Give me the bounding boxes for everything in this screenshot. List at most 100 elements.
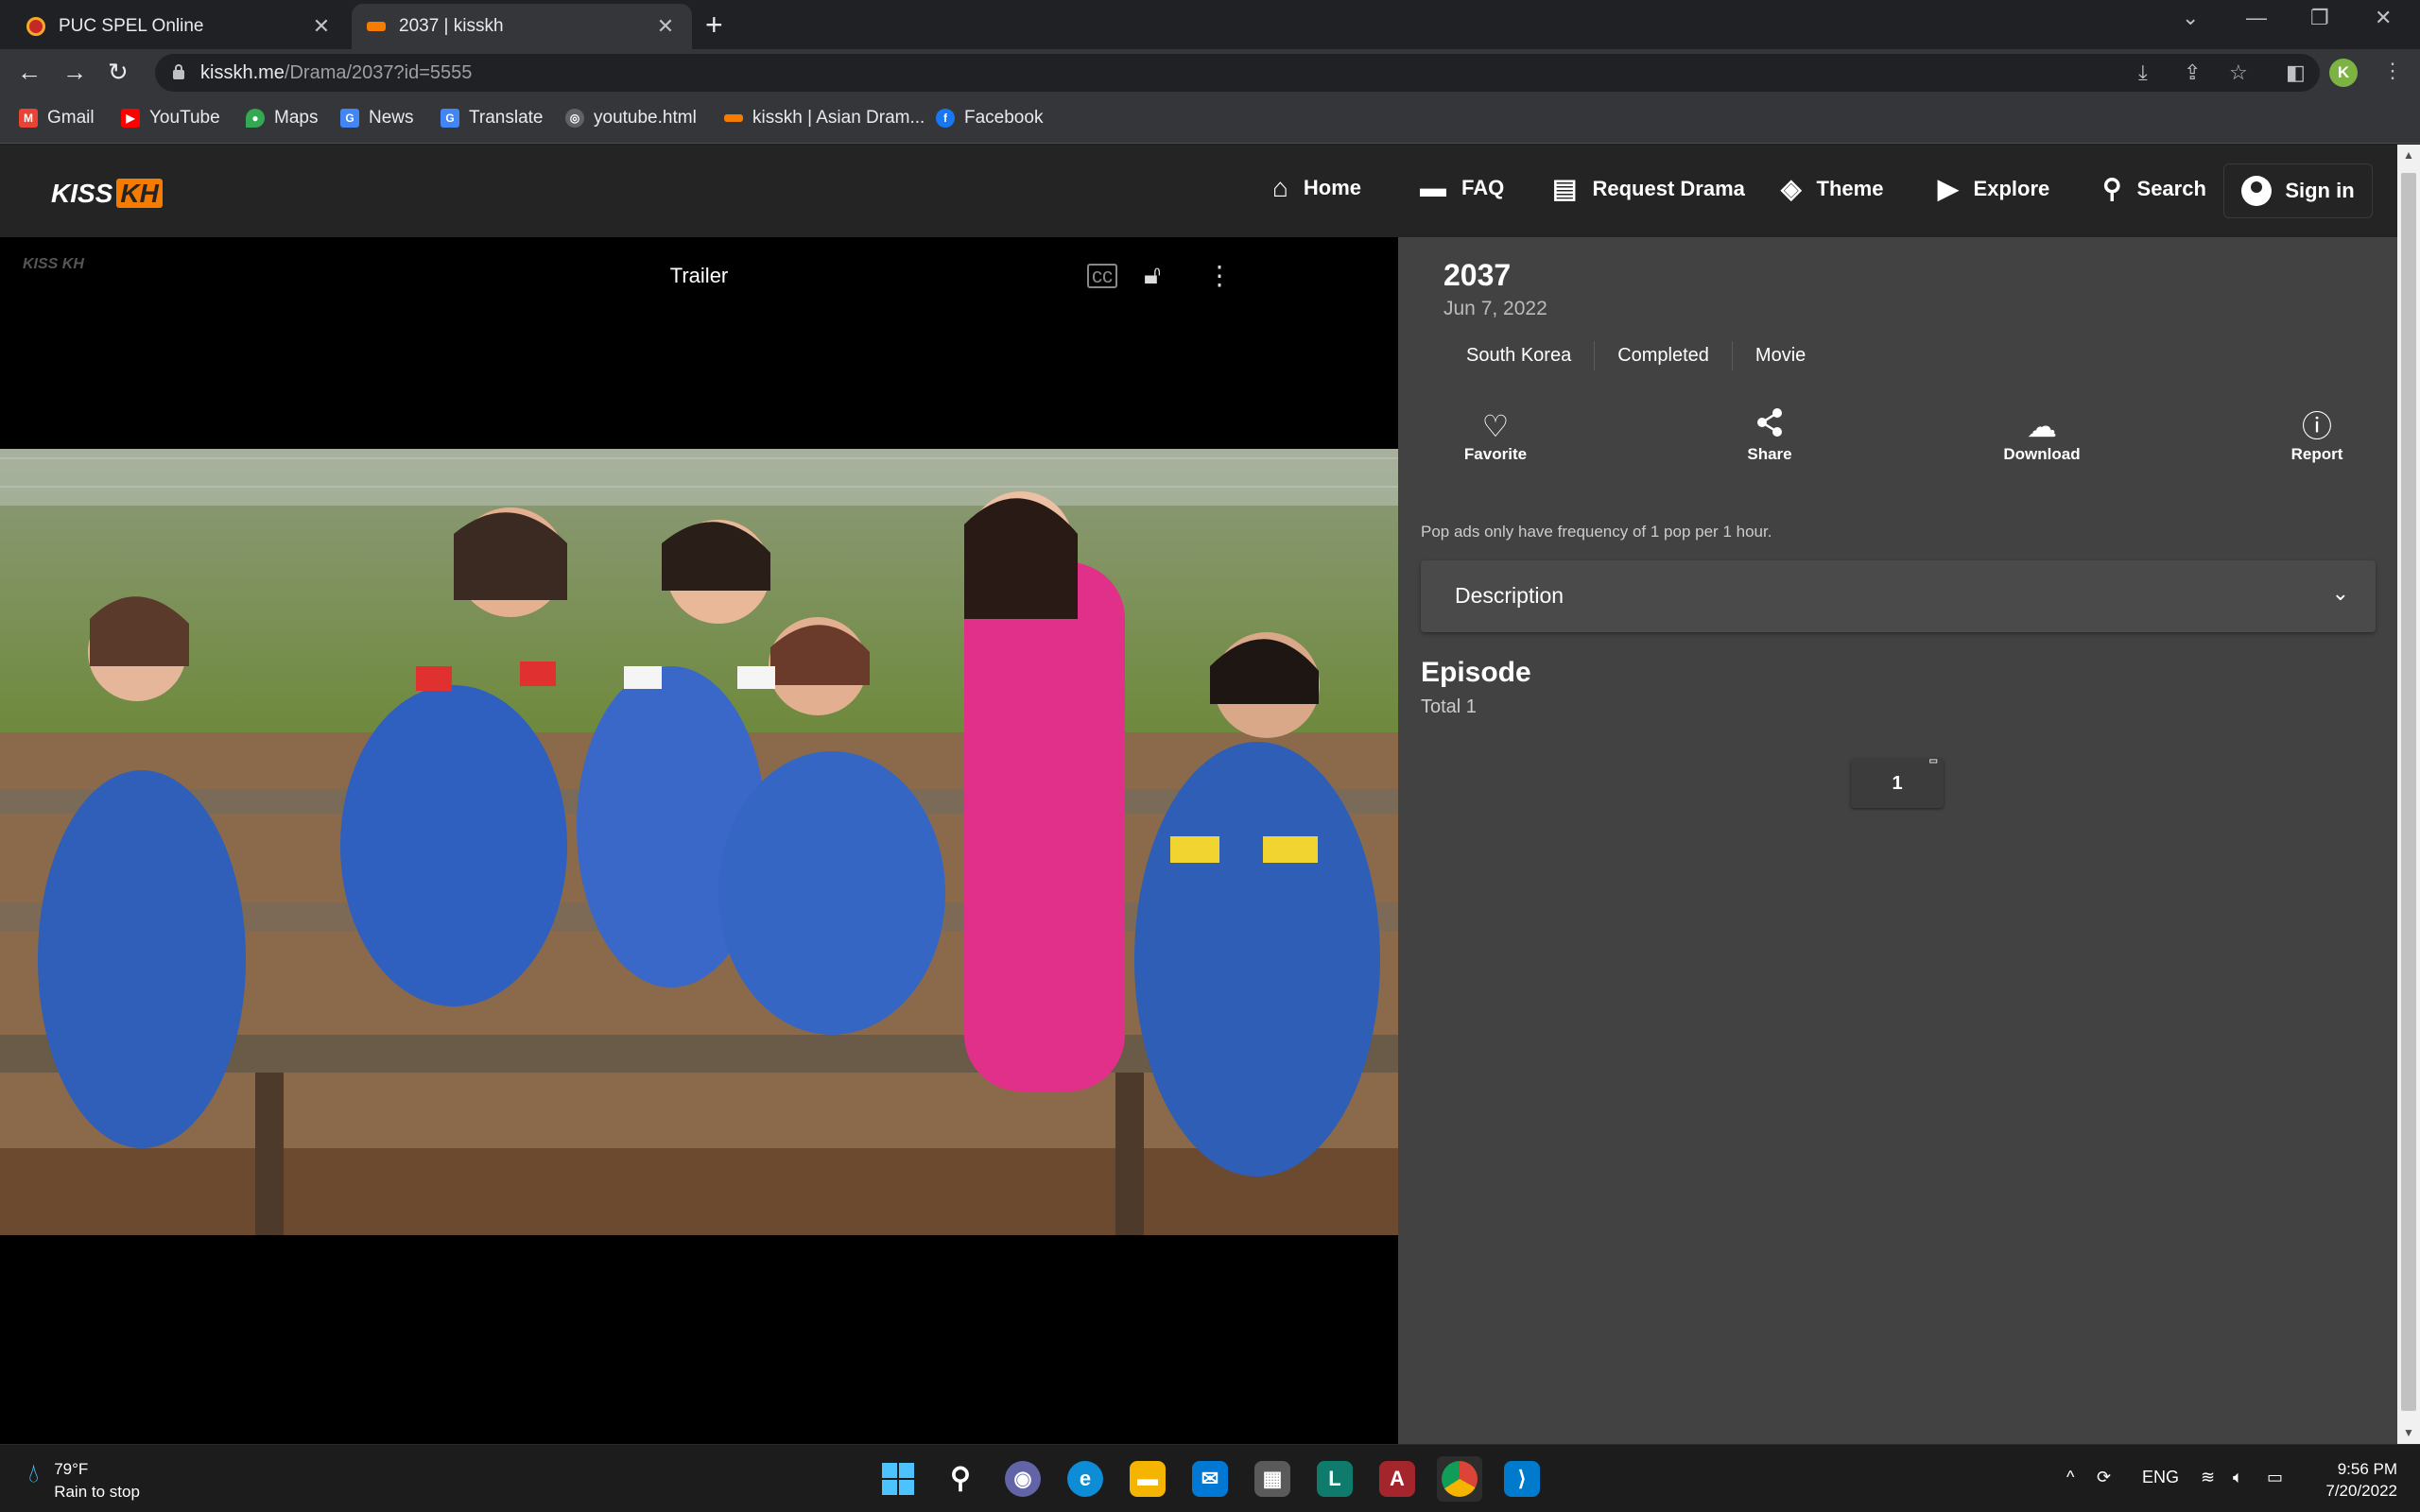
taskbar-chat[interactable]: ◉ <box>1000 1456 1046 1502</box>
minimize-icon[interactable]: — <box>2246 6 2267 30</box>
drama-title: 2037 <box>1443 258 1512 292</box>
l-app-icon: L <box>1317 1461 1353 1497</box>
new-tab-icon[interactable]: + <box>705 9 723 40</box>
episode-total: Total 1 <box>1421 696 1477 717</box>
favorite-button[interactable]: ♡ Favorite <box>1443 407 1547 464</box>
nav-faq[interactable]: ▬ FAQ <box>1420 173 1504 203</box>
player-title: Trailer <box>669 264 729 287</box>
sign-in-button[interactable]: Sign in <box>2223 163 2373 218</box>
page-scrollbar[interactable]: ▲ ▼ <box>2397 145 2420 1444</box>
forward-icon[interactable]: → <box>62 59 87 85</box>
start-button[interactable] <box>875 1456 921 1502</box>
nav-explore[interactable]: ▶ Explore <box>1938 173 2049 204</box>
taskbar-l-app[interactable]: L <box>1312 1456 1357 1502</box>
browser-tab[interactable]: PUC SPEL Online ✕ <box>11 4 348 49</box>
bookmark-star-icon[interactable]: ☆ <box>2229 60 2248 85</box>
unlock-icon[interactable]: 🔓︎ <box>1144 260 1161 291</box>
rain-icon: 💧︎ <box>28 1458 40 1487</box>
mail-icon: ✉ <box>1192 1461 1228 1497</box>
share-button[interactable]: Share <box>1718 407 1822 464</box>
battery-icon[interactable]: ▭ <box>2267 1468 2283 1487</box>
scroll-up-icon[interactable]: ▲ <box>2403 148 2414 162</box>
scroll-down-icon[interactable]: ▼ <box>2403 1426 2414 1439</box>
taskbar-vscode[interactable]: ⟩ <box>1499 1456 1545 1502</box>
release-date: Jun 7, 2022 <box>1443 298 1547 319</box>
taskbar-mail[interactable]: ✉ <box>1187 1456 1233 1502</box>
captions-icon[interactable]: cc <box>1087 264 1117 288</box>
access-icon: A <box>1379 1461 1415 1497</box>
taskbar-file-explorer[interactable]: ▬ <box>1125 1456 1170 1502</box>
bookmark-gmail[interactable]: M Gmail <box>19 108 95 129</box>
close-window-icon[interactable]: ✕ <box>2375 6 2392 30</box>
taskbar-access[interactable]: A <box>1374 1456 1420 1502</box>
browser-tab-active[interactable]: 2037 | kisskh ✕ <box>352 4 692 49</box>
address-bar[interactable]: kisskh.me/Drama/2037?id=5555 <box>155 54 2320 92</box>
profile-avatar[interactable]: K <box>2329 59 2358 87</box>
teams-chat-icon: ◉ <box>1005 1461 1041 1497</box>
temperature: 79°F <box>54 1460 89 1478</box>
lock-icon <box>173 64 184 79</box>
restore-icon[interactable]: ❐ <box>2310 6 2329 30</box>
store-icon: ▦ <box>1254 1461 1290 1497</box>
nav-request-drama[interactable]: ▤ Request Drama <box>1552 173 1745 204</box>
nav-home[interactable]: ⌂ Home <box>1272 173 1361 203</box>
taskbar-chrome[interactable] <box>1437 1456 1482 1502</box>
install-app-icon[interactable]: ⤓ <box>2138 60 2148 85</box>
episode-heading: Episode <box>1421 657 1531 688</box>
youtube-icon: ▶ <box>121 109 140 128</box>
download-button[interactable]: ☁ Download <box>1990 407 2094 464</box>
puc-favicon-icon <box>26 17 45 36</box>
nav-search[interactable]: ⚲ Search <box>2102 173 2206 204</box>
tag-status[interactable]: Completed <box>1594 341 1732 370</box>
sync-icon[interactable]: ⟳ <box>2097 1468 2111 1487</box>
video-player[interactable]: KISS KH Trailer cc 🔓︎ ⋮ <box>0 237 1398 1444</box>
tab-close-icon[interactable]: ✕ <box>310 14 333 39</box>
side-panel-icon[interactable]: ◧ <box>2286 60 2306 85</box>
back-icon[interactable]: ← <box>17 59 42 85</box>
language-indicator[interactable]: ENG <box>2142 1468 2179 1487</box>
share-page-icon[interactable]: ⇪ <box>2184 60 2201 85</box>
reload-icon[interactable]: ↻ <box>108 59 129 85</box>
report-button[interactable]: ⓘ Report <box>2265 407 2369 464</box>
tag-country[interactable]: South Korea <box>1443 341 1594 370</box>
scrollbar-thumb[interactable] <box>2401 173 2416 1411</box>
tray-overflow-icon[interactable]: ^ <box>2066 1468 2074 1487</box>
tab-search-icon[interactable]: ⌄ <box>2182 6 2199 30</box>
clock-date: 7/20/2022 <box>2325 1482 2397 1500</box>
tab-close-icon[interactable]: ✕ <box>654 14 677 39</box>
bookmarks-bar: M Gmail ▶ YouTube ● Maps G News G Translate ◎… <box>0 96 2420 144</box>
bookmark-youtube[interactable]: ▶ YouTube <box>121 108 220 129</box>
description-label: Description <box>1455 583 1564 608</box>
request-icon: ▤ <box>1552 174 1578 203</box>
translate-icon: G <box>441 109 459 128</box>
browser-toolbar: ← → ↻ kisskh.me/Drama/2037?id=5555 ⤓ ⇪ ☆… <box>0 49 2420 96</box>
bookmark-news[interactable]: G News <box>340 108 414 129</box>
bookmark-youtube-html[interactable]: ◎ youtube.html <box>565 108 697 129</box>
tab-title: 2037 | kisskh <box>399 16 504 36</box>
vscode-icon: ⟩ <box>1504 1461 1540 1497</box>
wifi-icon[interactable]: ≋ <box>2201 1468 2215 1487</box>
taskbar-edge[interactable]: e <box>1063 1456 1108 1502</box>
windows-taskbar: 💧︎ 79°F Rain to stop ⚲ ◉ e ▬ ✉ ▦ L A ⟩ ^… <box>0 1444 2420 1512</box>
bookmark-maps[interactable]: ● Maps <box>246 108 318 129</box>
heart-icon: ♡ <box>1481 409 1510 443</box>
taskbar-search[interactable]: ⚲ <box>938 1456 983 1502</box>
kisskh-logo[interactable]: KISS KH <box>51 179 163 209</box>
nav-theme[interactable]: ◈ Theme <box>1781 173 1883 204</box>
tag-type[interactable]: Movie <box>1731 341 1828 370</box>
search-icon: ⚲ <box>2102 174 2122 203</box>
weather-widget[interactable]: 💧︎ 79°F Rain to stop <box>28 1458 140 1503</box>
bookmark-kisskh[interactable]: kisskh | Asian Dram... <box>724 108 925 129</box>
episode-button[interactable]: 1 ▭ <box>1851 756 1944 808</box>
system-clock[interactable]: 9:56 PM 7/20/2022 <box>2303 1458 2397 1502</box>
browser-menu-icon[interactable]: ⋮ <box>2382 59 2403 83</box>
bookmark-facebook[interactable]: f Facebook <box>936 108 1043 129</box>
volume-icon[interactable]: 🔈︎ <box>2233 1468 2243 1487</box>
bookmark-translate[interactable]: G Translate <box>441 108 544 129</box>
drama-info-panel: 2037 Jun 7, 2022 South Korea Completed M… <box>1398 237 2397 1444</box>
description-accordion[interactable]: Description ⌄ <box>1421 560 2376 632</box>
player-menu-icon[interactable]: ⋮ <box>1206 260 1233 291</box>
pop-ads-note: Pop ads only have frequency of 1 pop per… <box>1421 523 1772 541</box>
start-icon <box>882 1463 914 1495</box>
taskbar-store[interactable]: ▦ <box>1250 1456 1295 1502</box>
